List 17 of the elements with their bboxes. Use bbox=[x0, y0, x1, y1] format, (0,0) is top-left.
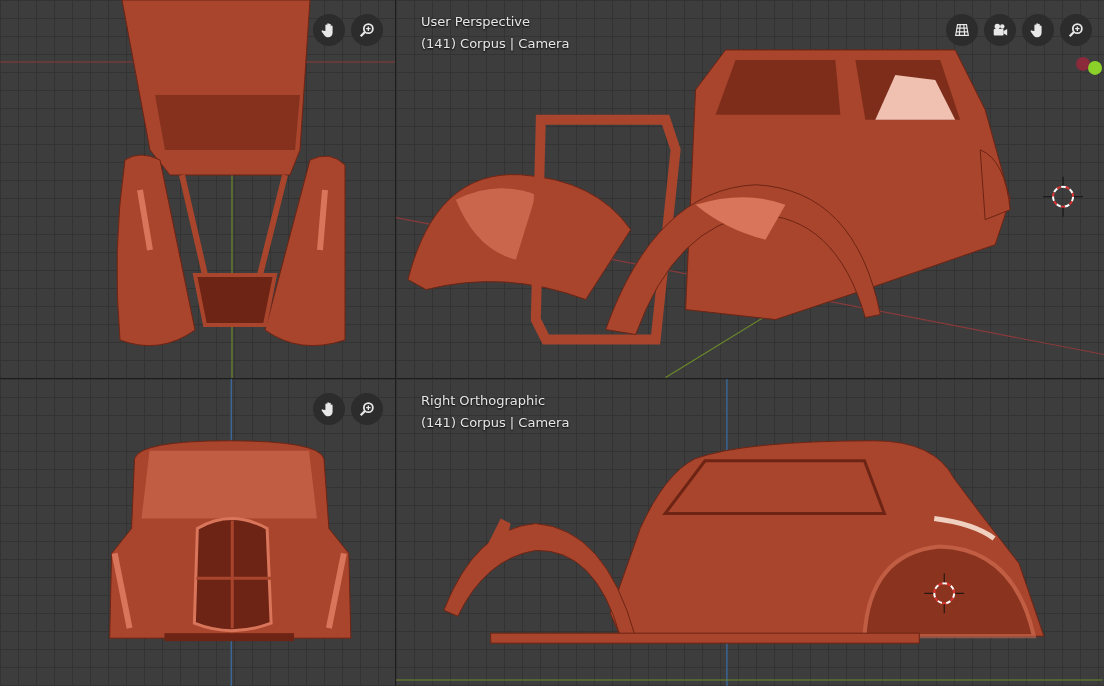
zoom-icon[interactable] bbox=[351, 14, 383, 46]
zoom-icon[interactable] bbox=[351, 393, 383, 425]
object-label: (141) Corpus | Camera bbox=[421, 415, 570, 430]
pan-hand-icon[interactable] bbox=[313, 393, 345, 425]
view-title: Right Orthographic bbox=[421, 393, 547, 408]
viewport[interactable]: Right Orthographic (141) Corpus | Camera bbox=[396, 379, 1104, 686]
3d-cursor-icon bbox=[923, 572, 965, 614]
3d-cursor-icon bbox=[1042, 176, 1084, 218]
grid-icon[interactable] bbox=[946, 14, 978, 46]
viewport[interactable]: User Perspective (141) Corpus | Camera bbox=[396, 0, 1104, 378]
pan-hand-icon[interactable] bbox=[313, 14, 345, 46]
zoom-icon[interactable] bbox=[1060, 14, 1092, 46]
object-label: (141) Corpus | Camera bbox=[421, 36, 570, 51]
axis-gizmo-icon bbox=[1076, 56, 1102, 75]
view-title: User Perspective bbox=[421, 14, 532, 29]
camera-icon[interactable] bbox=[984, 14, 1016, 46]
pan-hand-icon[interactable] bbox=[1022, 14, 1054, 46]
